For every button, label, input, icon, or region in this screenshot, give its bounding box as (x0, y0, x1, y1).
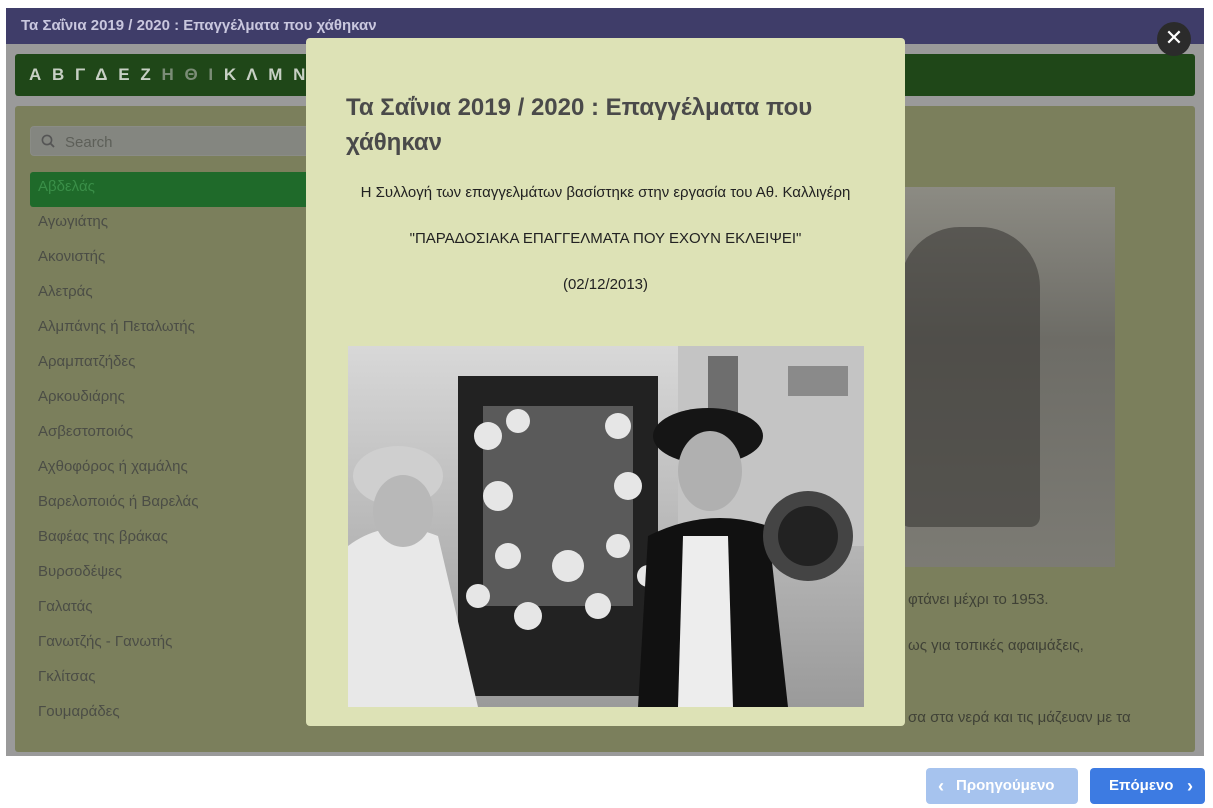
list-item[interactable]: Αλμπάνης ή Πεταλωτής (30, 312, 330, 347)
list-item[interactable]: Ακονιστής (30, 242, 330, 277)
list-item[interactable]: Αρκουδιάρης (30, 382, 330, 417)
close-modal-button[interactable]: ✕ (1157, 22, 1191, 56)
modal-photo (348, 346, 864, 707)
background-text-line-3: σα στα νερά και τις μάζευαν με τα (908, 709, 1131, 726)
alphabet-letters-a[interactable]: Α Β Γ Δ Ε Ζ (29, 65, 154, 84)
list-item[interactable]: Γκλίτσας (30, 662, 330, 697)
profession-list: Αβδελάς Αγωγιάτης Ακονιστής Αλετράς Αλμπάνης… (30, 172, 330, 732)
modal-title: Τα Σαΐνια 2019 / 2020 : Επαγγέλματα που … (346, 94, 813, 156)
search-box[interactable] (30, 126, 330, 156)
info-modal: Τα Σαΐνια 2019 / 2020 : Επαγγέλματα που … (306, 38, 905, 726)
chevron-left-icon: ‹ (938, 776, 944, 796)
list-item[interactable]: Γαλατάς (30, 592, 330, 627)
list-item[interactable]: Αραμπατζήδες (30, 347, 330, 382)
modal-paragraph-2: "ΠΑΡΑΔΟΣΙΑΚΑ ΕΠΑΓΓΕΛΜΑΤΑ ΠΟΥ ΕΧΟΥΝ ΕΚΛΕΙ… (409, 230, 802, 247)
list-item[interactable]: Αγωγιάτης (30, 207, 330, 242)
previous-button[interactable]: ‹ Προηγούμενο (926, 768, 1078, 804)
list-item[interactable]: Βαρελοποιός ή Βαρελάς (30, 487, 330, 522)
list-item[interactable]: Αβδελάς (30, 172, 330, 207)
next-button[interactable]: Επόμενο › (1090, 768, 1205, 804)
list-item[interactable]: Γουμαράδες (30, 697, 330, 732)
list-item[interactable]: Βαφέας της βράκας (30, 522, 330, 557)
background-photo (880, 187, 1115, 567)
search-input[interactable] (63, 131, 317, 153)
modal-paragraph-1: Η Συλλογή των επαγγελμάτων βασίστηκε στη… (360, 184, 851, 201)
search-icon (41, 134, 55, 148)
modal-paragraph-3: (02/12/2013) (562, 276, 649, 293)
alphabet-letters-dim[interactable]: Η Θ Ι (161, 65, 216, 84)
previous-button-label: Προηγούμενο (956, 777, 1055, 794)
list-item[interactable]: Αλετράς (30, 277, 330, 312)
list-item[interactable]: Βυρσοδέψες (30, 557, 330, 592)
background-text-line-2: ως για τοπικές αφαιμάξεις, (908, 637, 1084, 654)
list-item[interactable]: Ασβεστοποιός (30, 417, 330, 452)
chevron-right-icon: › (1187, 776, 1193, 796)
next-button-label: Επόμενο (1109, 777, 1174, 794)
list-item[interactable]: Γανωτζής - Γανωτής (30, 627, 330, 662)
background-text-line-1: φτάνει μέχρι το 1953. (908, 591, 1049, 608)
close-icon: ✕ (1164, 25, 1184, 50)
list-item[interactable]: Αχθοφόρος ή χαμάλης (30, 452, 330, 487)
